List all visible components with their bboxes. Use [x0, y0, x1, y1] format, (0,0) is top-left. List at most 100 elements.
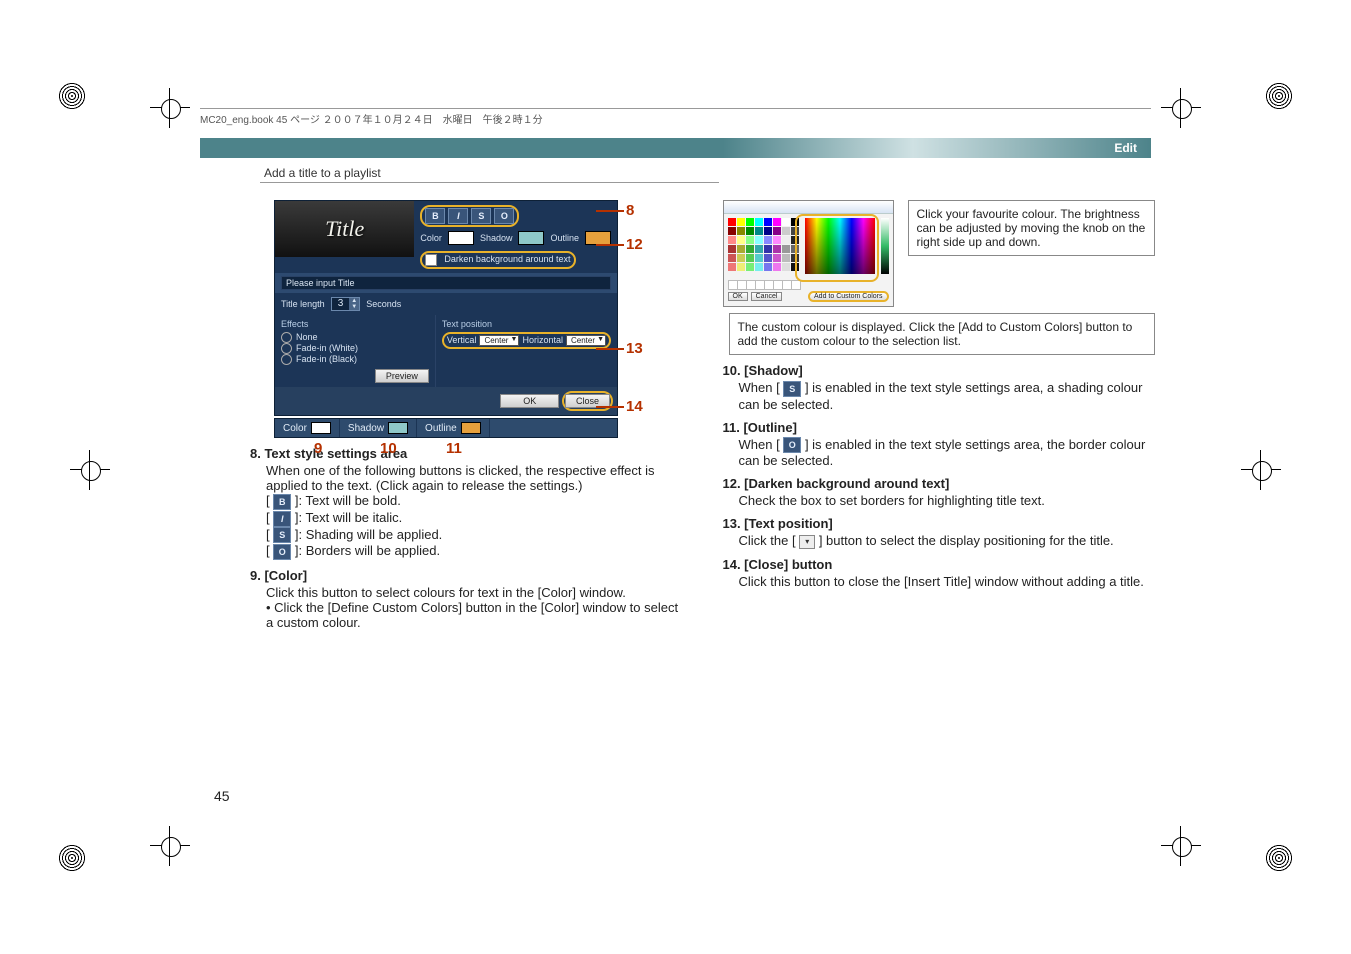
crosshair-icon [70, 450, 110, 490]
dropdown-icon: ▾ [799, 535, 815, 549]
effect-radio[interactable] [281, 332, 292, 343]
horizontal-select[interactable]: Center [566, 335, 606, 346]
callout-9: 9 [314, 440, 322, 457]
preview-button[interactable]: Preview [375, 369, 429, 383]
outline-tab-label: Outline [425, 423, 457, 434]
shadow-label: Shadow [480, 233, 513, 243]
page-number: 45 [214, 788, 230, 804]
bottom-tabs: Color Shadow Outline [274, 418, 618, 438]
item8-shadow: Shading will be applied. [306, 527, 443, 542]
bold-button[interactable]: B [425, 208, 445, 224]
color-tab-label: Color [283, 423, 307, 434]
subsection-title: Add a title to a playlist [264, 166, 381, 180]
title-length-value: 3 [332, 298, 350, 310]
outline-tab[interactable]: Outline [417, 419, 490, 437]
item13-head: 13. [Text position] [723, 516, 1156, 531]
item14-body: Click this button to close the [Insert T… [739, 574, 1156, 589]
color-picker-dialog: OK Cancel Add to Custom Colors [723, 200, 894, 307]
outline-tab-swatch [461, 422, 481, 434]
outline-button[interactable]: O [494, 208, 514, 224]
shadow-tab-swatch [388, 422, 408, 434]
effect-none: None [296, 332, 318, 342]
item13-b: ] button to select the display positioni… [819, 533, 1114, 548]
item14-head: 14. [Close] button [723, 557, 1156, 572]
tip-custom-colour: The custom colour is displayed. Click th… [729, 313, 1156, 355]
color-label: Color [420, 233, 442, 243]
title-preview-text: Title [325, 216, 364, 242]
item13-a: Click the [ [739, 533, 796, 548]
crosshair-icon [1161, 88, 1201, 128]
item11-head: 11. [Outline] [723, 420, 1156, 435]
vertical-label: Vertical [447, 335, 477, 346]
title-length-label: Title length [281, 299, 325, 309]
item12-body: Check the box to set borders for highlig… [739, 493, 1156, 508]
outline-label: Outline [550, 233, 579, 243]
italic-icon: I [273, 511, 291, 527]
callout-11: 11 [446, 440, 462, 457]
title-length-spinner[interactable]: 3 ▲▼ [331, 297, 361, 311]
section-banner: Edit [200, 138, 1151, 158]
vertical-select[interactable]: Center [479, 335, 519, 346]
crosshair-icon [150, 88, 190, 128]
outline-icon: O [783, 437, 801, 453]
shadow-tab[interactable]: Shadow [340, 419, 417, 437]
effect-radio[interactable] [281, 343, 292, 354]
brightness-slider[interactable] [881, 218, 889, 274]
shadow-tab-label: Shadow [348, 423, 384, 434]
text-position-label: Text position [442, 319, 611, 329]
shadow-icon: S [783, 381, 801, 397]
gradient-highlight [795, 214, 879, 282]
italic-button[interactable]: I [448, 208, 468, 224]
outline-icon: O [273, 544, 291, 560]
callout-8: 8 [626, 202, 634, 219]
effect-radio[interactable] [281, 354, 292, 365]
ok-button[interactable]: OK [500, 394, 559, 408]
darken-checkbox[interactable] [425, 254, 437, 266]
item8-body: When one of the following buttons is cli… [266, 463, 683, 493]
darken-label: Darken background around text [444, 254, 570, 266]
item9-bullet: Click the [Define Custom Colors] button … [266, 600, 678, 630]
add-custom-colors-button[interactable]: Add to Custom Colors [808, 291, 888, 302]
effects-label: Effects [281, 319, 429, 329]
item9-body: Click this button to select colours for … [266, 585, 683, 600]
reg-mark-icon [1265, 82, 1293, 110]
crosshair-icon [1161, 826, 1201, 866]
color-swatch[interactable] [448, 231, 474, 245]
color-tab-swatch [311, 422, 331, 434]
callout-14: 14 [626, 398, 643, 415]
picker-cancel-button[interactable]: Cancel [751, 292, 783, 301]
item10-head: 10. [Shadow] [723, 363, 1156, 378]
basic-swatches[interactable] [728, 218, 799, 271]
subsection-rule [260, 182, 719, 183]
horizontal-label: Horizontal [522, 335, 563, 346]
callout-12: 12 [626, 236, 643, 253]
tip-favourite-colour: Click your favourite colour. The brightn… [908, 200, 1156, 256]
item12-head: 12. [Darken background around text] [723, 476, 1156, 491]
picker-ok-button[interactable]: OK [728, 292, 748, 301]
item11-a: When [ [739, 437, 780, 452]
insert-title-dialog: Title B I S O Color [274, 200, 618, 416]
text-style-group: B I S O [420, 205, 519, 227]
shadow-swatch[interactable] [518, 231, 544, 245]
bold-icon: B [273, 494, 291, 510]
callout-13: 13 [626, 340, 643, 357]
crosshair-icon [150, 826, 190, 866]
item10-a: When [ [739, 380, 780, 395]
reg-mark-icon [58, 82, 86, 110]
item8-italic: Text will be italic. [305, 510, 402, 525]
title-input[interactable]: Please input Title [281, 276, 611, 290]
color-tab[interactable]: Color [275, 419, 340, 437]
reg-mark-icon [58, 844, 86, 872]
title-length-unit: Seconds [366, 299, 401, 309]
item9-head: 9. [Color] [250, 568, 683, 583]
item8-outline: Borders will be applied. [306, 543, 440, 558]
outline-swatch[interactable] [585, 231, 611, 245]
callout-10: 10 [380, 440, 397, 457]
shadow-button[interactable]: S [471, 208, 491, 224]
shadow-icon: S [273, 527, 291, 543]
effect-fadein-black: Fade-in (Black) [296, 354, 357, 364]
item8-bold: Text will be bold. [305, 493, 400, 508]
source-header: MC20_eng.book 45 ページ ２００７年１０月２４日 水曜日 午後２… [200, 108, 1151, 131]
reg-mark-icon [1265, 844, 1293, 872]
effect-fadein-white: Fade-in (White) [296, 343, 358, 353]
